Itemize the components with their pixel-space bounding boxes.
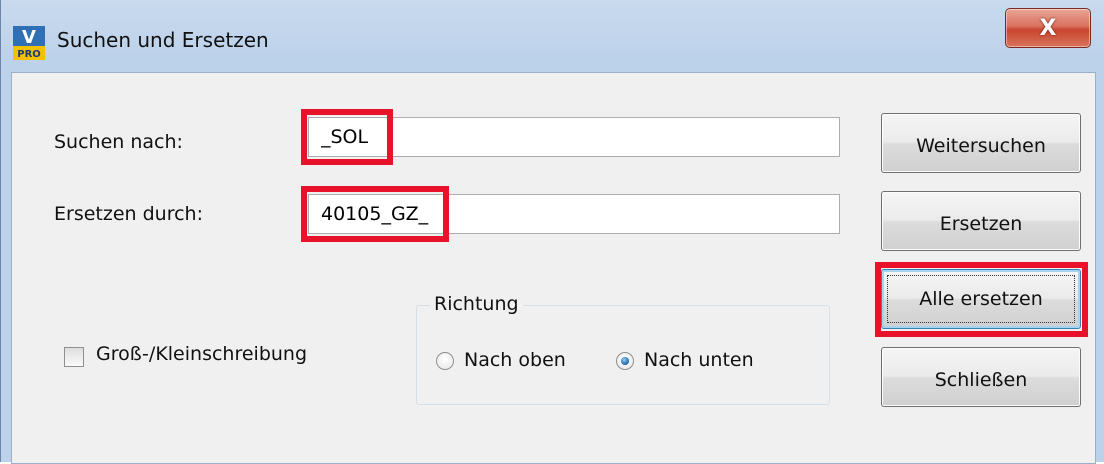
replace-field[interactable] xyxy=(308,194,840,234)
window-title: Suchen und Ersetzen xyxy=(57,28,269,52)
radio-down-label[interactable]: Nach unten xyxy=(644,349,754,371)
close-button[interactable]: Schließen xyxy=(881,347,1081,407)
dialog-client-area: Suchen nach: Ersetzen durch: Groß-/Klein… xyxy=(11,72,1096,464)
search-label: Suchen nach: xyxy=(54,131,183,153)
case-sensitive-checkbox[interactable] xyxy=(64,347,84,367)
dialog-window: V PRO Suchen und Ersetzen X Suchen nach:… xyxy=(0,0,1104,464)
app-icon-letter: V xyxy=(22,27,36,48)
search-field[interactable] xyxy=(308,117,840,157)
replace-button-label: Ersetzen xyxy=(939,213,1023,235)
radio-up-label[interactable]: Nach oben xyxy=(464,349,566,371)
case-sensitive-label[interactable]: Groß-/Kleinschreibung xyxy=(96,343,307,365)
close-button-label: Schließen xyxy=(934,369,1028,391)
replace-button[interactable]: Ersetzen xyxy=(881,191,1081,251)
search-input[interactable] xyxy=(309,118,839,156)
radio-up[interactable] xyxy=(436,352,454,370)
title-bar[interactable]: V PRO Suchen und Ersetzen X xyxy=(1,0,1104,72)
close-icon: X xyxy=(1039,15,1057,41)
replace-all-button[interactable]: Alle ersetzen xyxy=(881,269,1081,329)
app-icon: V PRO xyxy=(13,26,45,60)
app-icon-subtext: PRO xyxy=(17,49,41,60)
radio-down[interactable] xyxy=(616,352,634,370)
radio-selected-dot-icon xyxy=(621,357,629,365)
focus-rectangle xyxy=(887,275,1075,323)
replace-label: Ersetzen durch: xyxy=(54,203,203,225)
replace-input[interactable] xyxy=(309,195,839,233)
direction-legend: Richtung xyxy=(430,293,523,315)
find-next-button[interactable]: Weitersuchen xyxy=(881,113,1081,173)
close-window-button[interactable]: X xyxy=(1005,8,1091,48)
find-next-label: Weitersuchen xyxy=(916,135,1046,157)
